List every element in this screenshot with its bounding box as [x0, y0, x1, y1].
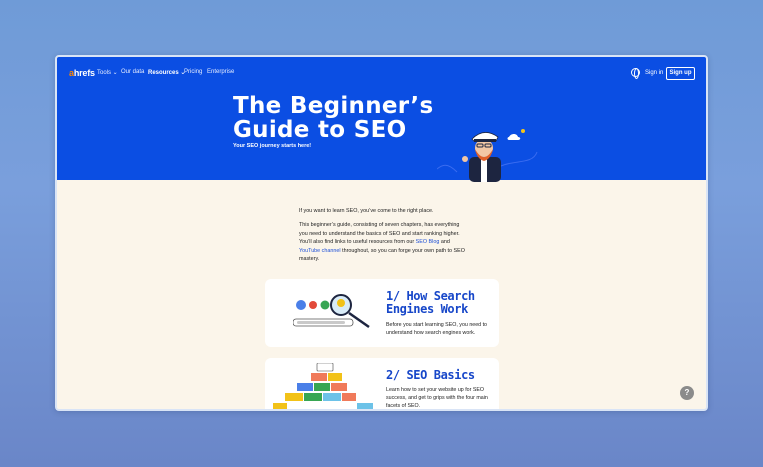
nav-item-tools[interactable]: Tools ⌄: [97, 69, 118, 76]
intro-paragraph-2: This beginner’s guide, consisting of sev…: [299, 222, 465, 263]
browser-frame: ahrefs Tools ⌄ Our data Resources ⌄ Pric…: [55, 55, 708, 411]
nav-item-enterprise[interactable]: Enterprise: [207, 69, 234, 75]
chapter-card-1[interactable]: 1/ How Search Engines Work Before you st…: [265, 279, 499, 347]
nav-item-our-data[interactable]: Our data: [121, 69, 144, 75]
seo-blog-link[interactable]: SEO Blog: [416, 239, 440, 245]
chapter-card-2[interactable]: 2/ SEO Basics Learn how to set your webs…: [265, 358, 499, 409]
page-title: The Beginner’s Guide to SEO: [233, 93, 434, 143]
help-button[interactable]: ?: [680, 386, 694, 400]
top-nav: ahrefs Tools ⌄ Our data Resources ⌄ Pric…: [57, 57, 706, 89]
intro-text: If you want to learn SEO, you’ve come to…: [299, 207, 469, 269]
intro-paragraph-1: If you want to learn SEO, you’ve come to…: [299, 208, 434, 214]
globe-icon[interactable]: [631, 68, 640, 79]
page-subtitle: Your SEO journey starts here!: [233, 143, 312, 149]
ahrefs-logo[interactable]: ahrefs: [69, 68, 95, 78]
youtube-channel-link[interactable]: YouTube channel: [299, 248, 341, 254]
sign-up-button[interactable]: Sign up: [666, 67, 695, 80]
sign-in-link[interactable]: Sign in: [645, 70, 663, 76]
chapter-1-description: Before you start learning SEO, you need …: [386, 322, 487, 336]
chapter-2-description: Learn how to set your website up for SEO…: [386, 387, 488, 409]
chapter-1-title[interactable]: 1/ How Search Engines Work: [386, 290, 475, 316]
hero-section: ahrefs Tools ⌄ Our data Resources ⌄ Pric…: [57, 57, 706, 182]
chapter-2-title[interactable]: 2/ SEO Basics: [386, 369, 475, 382]
nav-item-resources[interactable]: Resources ⌄: [148, 69, 185, 76]
magnifier-search-illustration: [293, 294, 370, 329]
captain-mascot-illustration: [437, 129, 538, 182]
nav-item-pricing[interactable]: Pricing: [184, 69, 202, 75]
building-blocks-illustration: [273, 363, 373, 409]
